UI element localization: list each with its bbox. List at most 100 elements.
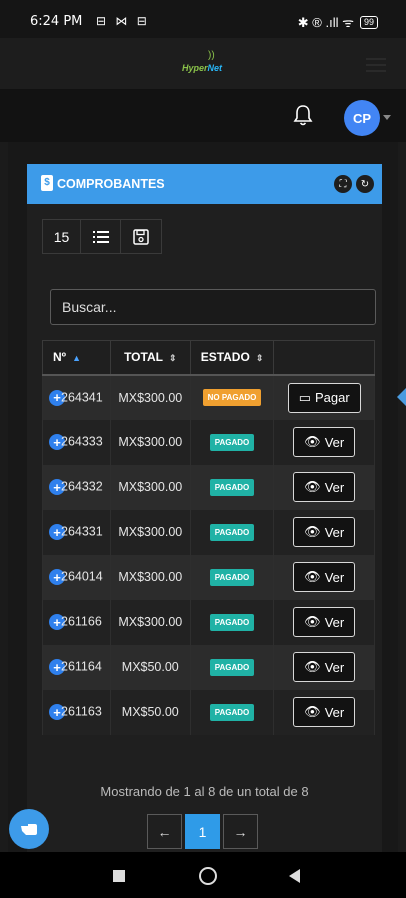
card-header: $ COMPROBANTES ⛶ ↻ [27,164,382,204]
column-header-total-label: TOTAL [124,350,163,365]
pagination-info: Mostrando de 1 al 8 de un total de 8 [100,784,309,799]
app-header: )) HyperNet [0,38,406,90]
home-icon[interactable] [199,867,217,885]
column-visibility-button[interactable] [81,220,121,253]
clock: 6:24 PM [30,14,83,29]
view-button[interactable]: 👁 Ver [293,652,356,682]
view-button[interactable]: 👁 Ver [293,607,356,637]
pay-button[interactable]: ▭ Pagar [287,382,361,413]
receipt-number: 261163 [61,704,102,719]
card-title: COMPROBANTES [57,177,165,191]
side-panel-toggle-icon[interactable] [397,388,406,406]
total-cell: MX$300.00 [109,419,191,465]
table-row: +264341 MX$300.00 NO PAGADO ▭ Pagar [42,374,375,420]
action-cell: 👁 Ver [273,509,375,555]
table-controls: 15 [42,219,162,254]
sort-icon: ⇕ [168,353,177,364]
page-size-select[interactable]: 15 [43,220,81,253]
chevron-down-icon[interactable] [383,115,391,120]
column-header-status[interactable]: ESTADO ⇕ [189,340,275,376]
search-input[interactable] [50,289,376,325]
receipt-number-cell: +261163 [42,689,111,735]
receipt-number-cell: +264014 [42,554,111,600]
hypernet-logo[interactable]: )) HyperNet [182,50,230,76]
eye-icon: 👁 [304,704,321,719]
column-header-actions [273,340,375,376]
recent-apps-icon[interactable] [113,870,125,882]
view-button[interactable]: 👁 Ver [293,697,356,727]
column-header-num-label: Nº [53,350,67,365]
table-row: +264333 MX$300.00 PAGADO 👁 Ver [42,419,375,465]
avatar[interactable]: CP [344,100,380,136]
table-header-row: Nº ▲ TOTAL ⇕ ESTADO ⇕ [42,340,375,376]
export-button[interactable] [121,220,161,253]
battery-icon: 99 [359,15,378,29]
receipt-number: 264014 [61,569,103,584]
eye-icon: 👁 [304,434,321,449]
action-cell: 👁 Ver [273,644,375,690]
receipt-number-cell: +264332 [42,464,111,510]
table-row: +261166 MX$300.00 PAGADO 👁 Ver [42,599,375,645]
hand-pointer-icon [21,824,37,835]
card-icon: ▭ [298,389,311,405]
total-cell: MX$300.00 [109,554,191,600]
status-cell: PAGADO [189,599,275,645]
total-cell: MX$300.00 [109,374,191,420]
action-cell: 👁 Ver [273,464,375,510]
pagination: ← 1 → [147,814,258,849]
status-badge: PAGADO [209,568,255,586]
eye-icon: 👁 [304,659,321,674]
action-cell: 👁 Ver [273,554,375,600]
main-content: $ COMPROBANTES ⛶ ↻ 15 Buscar... Nº ▲ TOT… [8,142,398,852]
bell-icon[interactable] [292,103,314,127]
receipt-number-cell: +261166 [42,599,111,645]
sort-asc-icon: ▲ [72,353,81,364]
view-button[interactable]: 👁 Ver [293,427,356,457]
total-cell: MX$300.00 [109,464,191,510]
status-cell: PAGADO [189,509,275,555]
status-badge: PAGADO [209,613,255,631]
view-button[interactable]: 👁 Ver [293,472,356,502]
status-bar: 6:24 PM ⊟ ⋈ ⊟ ✱ ® .ıll ᯤ 99 [0,0,406,38]
hamburger-menu-icon[interactable] [366,58,386,76]
receipt-number-cell: +264333 [42,419,111,465]
receipt-number: 261164 [61,659,102,674]
total-cell: MX$300.00 [109,599,191,645]
invoice-icon: $ [41,175,53,191]
wifi-logo-icon: )) [208,50,215,61]
total-cell: MX$50.00 [109,644,191,690]
refresh-icon[interactable]: ↻ [356,175,374,193]
status-badge: PAGADO [209,478,255,496]
receipt-number-cell: +264341 [42,374,111,420]
receipt-number: 261166 [61,614,102,629]
page-1-button[interactable]: 1 [185,814,220,849]
view-button[interactable]: 👁 Ver [293,562,356,592]
column-header-num[interactable]: Nº ▲ [42,340,111,376]
action-cell: 👁 Ver [273,419,375,465]
logo-text-net: Net [207,63,223,73]
action-cell: ▭ Pagar [273,374,375,420]
back-icon[interactable] [289,869,300,883]
receipt-number: 264333 [61,434,103,449]
view-button[interactable]: 👁 Ver [293,517,356,547]
table-row: +264014 MX$300.00 PAGADO 👁 Ver [42,554,375,600]
table-row: +264332 MX$300.00 PAGADO 👁 Ver [42,464,375,510]
status-cell: PAGADO [189,464,275,510]
floating-help-button[interactable] [9,809,49,849]
next-page-button[interactable]: → [223,814,258,849]
status-cell: PAGADO [189,644,275,690]
status-cell: PAGADO [189,419,275,465]
system-nav-bar [0,852,406,898]
table-row: +261164 MX$50.00 PAGADO 👁 Ver [42,644,375,690]
receipts-table: Nº ▲ TOTAL ⇕ ESTADO ⇕ +264341 MX$300.00 NO … [42,340,375,735]
status-cell: NO PAGADO [189,374,275,420]
receipt-number: 264332 [61,479,103,494]
logo-text-hyper: Hyper [182,63,208,73]
user-toolbar: CP [0,90,406,142]
column-header-status-label: ESTADO [200,350,250,365]
prev-page-button[interactable]: ← [147,814,182,849]
column-header-total[interactable]: TOTAL ⇕ [109,340,191,376]
receipt-number: 264331 [61,524,103,539]
fullscreen-icon[interactable]: ⛶ [334,175,352,193]
status-badge: PAGADO [209,658,255,676]
